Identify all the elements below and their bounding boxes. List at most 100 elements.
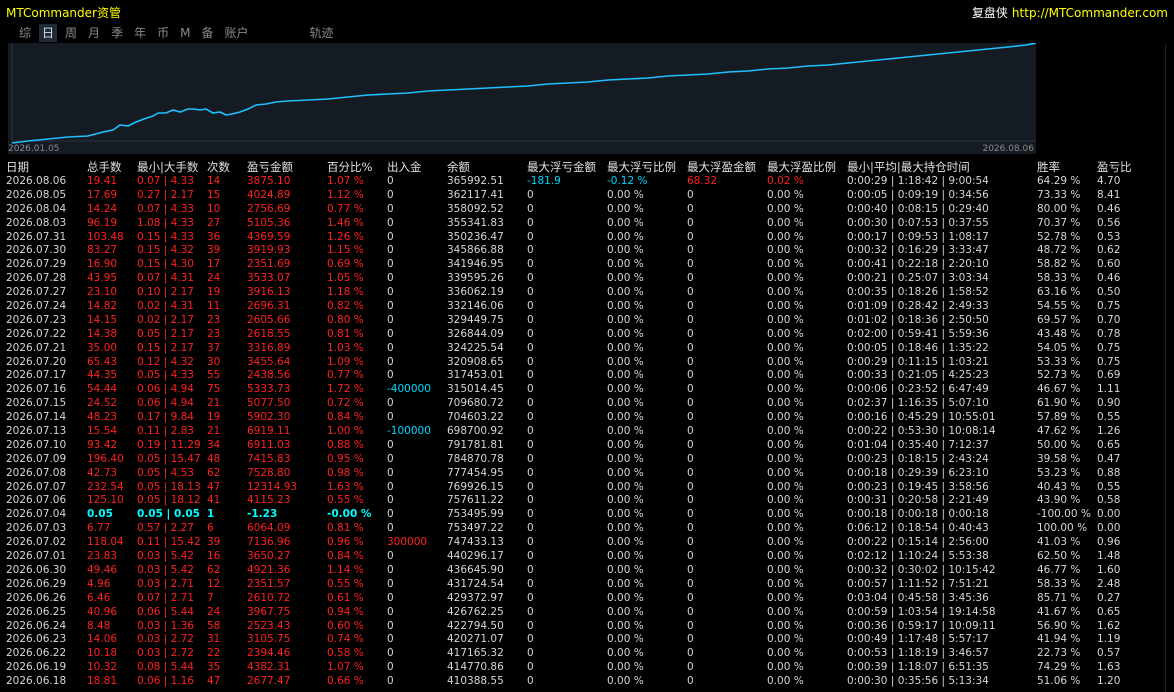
tab-weekly[interactable]: 周 [62, 24, 80, 42]
cell-holding-time: 0:01:04 | 0:35:40 | 7:12:37 [847, 438, 989, 451]
col-percent[interactable]: 百分比% [327, 159, 372, 175]
table-row[interactable]: 2026.07.23 14.15 0.02 | 2.17 23 2605.66 0.80 … [0, 314, 1160, 328]
cell-min-max-lots: 0.07 | 4.33 [137, 175, 194, 187]
cell-deposit-withdrawal: 0 [387, 605, 394, 618]
table-row[interactable]: 2026.07.03 6.77 0.57 | 2.27 6 6064.09 0.81 % 0… [0, 522, 1160, 536]
cell-min-max-lots: 0.02 | 4.31 [137, 300, 194, 313]
table-row[interactable]: 2026.07.07 232.54 0.05 | 18.13 47 12314.93 1.… [0, 481, 1160, 495]
cell-percent: 0.66 % [327, 675, 364, 688]
table-row[interactable]: 2026.06.30 49.46 0.03 | 5.42 62 4921.36 1.14 … [0, 564, 1160, 578]
table-row[interactable]: 2026.07.29 16.90 0.15 | 4.30 17 2351.69 0.69 … [0, 258, 1160, 272]
cell-win-rate: 50.00 % [1037, 438, 1081, 451]
table-row[interactable]: 2026.06.29 4.96 0.03 | 2.71 12 2351.57 0.55 %… [0, 578, 1160, 592]
col-max-floating-loss-ratio[interactable]: 最大浮亏比例 [607, 159, 676, 175]
col-balance[interactable]: 余额 [447, 159, 470, 175]
cell-min-max-lots: 0.06 | 4.94 [137, 383, 194, 396]
table-row[interactable]: 2026.07.16 54.44 0.06 | 4.94 75 5333.73 1.72 … [0, 383, 1160, 397]
cell-pnl: 2605.66 [247, 313, 291, 326]
table-row[interactable]: 2026.08.05 17.69 0.27 | 2.17 15 4024.89 1.12 … [0, 189, 1160, 203]
col-count[interactable]: 次数 [207, 159, 230, 175]
brand-link[interactable]: 复盘侠 http://MTCommander.com [972, 4, 1168, 21]
cell-balance: 422794.50 [447, 619, 504, 632]
table-row[interactable]: 2026.06.18 18.81 0.06 | 1.16 47 2677.47 0.66 … [0, 675, 1160, 689]
cell-max-floating-loss: 0 [527, 563, 534, 576]
cell-profit-loss-ratio: 2.48 [1097, 577, 1121, 590]
cell-deposit-withdrawal: 0 [387, 244, 394, 257]
col-max-floating-profit-ratio[interactable]: 最大浮盈比例 [767, 159, 836, 175]
col-profit-loss-ratio[interactable]: 盈亏比 [1097, 159, 1132, 175]
table-row[interactable]: 2026.06.26 6.46 0.07 | 2.71 7 2610.72 0.61 % 0… [0, 592, 1160, 606]
table-row[interactable]: 2026.07.22 14.38 0.05 | 2.17 23 2618.55 0.81 … [0, 328, 1160, 342]
col-max-floating-loss[interactable]: 最大浮亏金额 [527, 159, 596, 175]
table-row[interactable]: 2026.07.06 125.10 0.05 | 18.12 41 4115.23 0.5… [0, 494, 1160, 508]
cell-count: 55 [207, 369, 221, 382]
table-row[interactable]: 2026.07.30 83.27 0.15 | 4.32 39 3919.93 1.15 … [0, 244, 1160, 258]
vertical-scrollbar[interactable] [1165, 44, 1166, 692]
table-row[interactable]: 2026.07.28 43.95 0.07 | 4.31 24 3533.07 1.05 … [0, 272, 1160, 286]
tab-daily[interactable]: 日 [39, 24, 58, 42]
table-row[interactable]: 2026.08.06 19.41 0.07 | 4.33 14 3875.10 1.07 … [0, 175, 1160, 189]
col-max-floating-profit[interactable]: 最大浮盈金额 [687, 159, 756, 175]
cell-total-lots: 23.83 [87, 550, 118, 563]
table-row[interactable]: 2026.07.10 93.42 0.19 | 11.29 34 6911.03 0.88… [0, 439, 1160, 453]
tab-m[interactable]: M [177, 24, 193, 42]
brand-url[interactable]: http://MTCommander.com [1012, 6, 1168, 20]
col-holding-time[interactable]: 最小|平均|最大持仓时间 [847, 159, 970, 175]
cell-balance: 436645.90 [447, 563, 504, 576]
table-row[interactable]: 2026.06.19 10.32 0.08 | 5.44 35 4382.31 1.07 … [0, 661, 1160, 675]
col-deposit-withdrawal[interactable]: 出入金 [387, 159, 422, 175]
table-row[interactable]: 2026.07.08 42.73 0.05 | 4.53 62 7528.80 0.98 … [0, 467, 1160, 481]
cell-pnl: 3105.75 [247, 633, 291, 646]
tab-trajectory[interactable]: 轨迹 [307, 24, 337, 42]
cell-holding-time: 0:00:31 | 0:20:58 | 2:21:49 [847, 494, 989, 507]
table-row[interactable]: 2026.08.04 14.24 0.07 | 4.33 10 2756.69 0.77 … [0, 203, 1160, 217]
cell-profit-loss-ratio: 1.48 [1097, 550, 1121, 563]
cell-holding-time: 0:00:29 | 0:11:15 | 1:03:21 [847, 355, 989, 368]
table-row[interactable]: 2026.06.22 10.18 0.03 | 2.72 22 2394.46 0.58 … [0, 647, 1160, 661]
cell-min-max-lots: 0.05 | 2.17 [137, 327, 194, 340]
table-row[interactable]: 2026.06.23 14.06 0.03 | 2.72 31 3105.75 0.74 … [0, 633, 1160, 647]
cell-pnl: 4369.59 [247, 230, 291, 243]
col-pnl[interactable]: 盈亏金额 [247, 159, 293, 175]
table-row[interactable]: 2026.07.15 24.52 0.06 | 4.94 21 5077.50 0.72 … [0, 397, 1160, 411]
col-date[interactable]: 日期 [6, 159, 29, 175]
cell-deposit-withdrawal: 0 [387, 494, 394, 507]
table-row[interactable]: 2026.07.13 15.54 0.11 | 2.83 21 6919.11 1.00 … [0, 425, 1160, 439]
tab-currency[interactable]: 币 [154, 24, 172, 42]
cell-max-floating-loss: 0 [527, 188, 534, 201]
tab-quarterly[interactable]: 季 [108, 24, 126, 42]
cell-percent: 0.77 % [327, 369, 364, 382]
tab-yearly[interactable]: 年 [131, 24, 149, 42]
table-row[interactable]: 2026.07.27 23.10 0.10 | 2.17 19 3916.13 1.18 … [0, 286, 1160, 300]
cell-pnl: 5077.50 [247, 397, 291, 410]
tab-summary[interactable]: 综 [16, 24, 34, 42]
tab-account[interactable]: 账户 [221, 24, 251, 42]
cell-max-floating-profit: 0 [687, 355, 694, 368]
col-win-rate[interactable]: 胜率 [1037, 159, 1060, 175]
table-row[interactable]: 2026.07.14 48.23 0.17 | 9.84 19 5902.30 0.84 … [0, 411, 1160, 425]
cell-total-lots: 0.05 [87, 508, 113, 521]
table-row[interactable]: 2026.07.04 0.05 0.05 | 0.05 1 -1.23 -0.00 % 0 7… [0, 508, 1160, 522]
table-row[interactable]: 2026.07.24 14.82 0.02 | 4.31 11 2696.31 0.82 … [0, 300, 1160, 314]
cell-date: 2026.06.26 [6, 591, 67, 604]
table-row[interactable]: 2026.07.17 44.35 0.05 | 4.33 55 2438.56 0.77 … [0, 369, 1160, 383]
table-row[interactable]: 2026.07.21 35.00 0.15 | 2.17 37 3316.89 1.03 … [0, 342, 1160, 356]
col-total-lots[interactable]: 总手数 [87, 159, 122, 175]
table-row[interactable]: 2026.07.31 103.48 0.15 | 4.33 36 4369.59 1.26… [0, 231, 1160, 245]
cell-total-lots: 10.32 [87, 661, 118, 674]
col-min-max-lots[interactable]: 最小|大手数 [137, 159, 198, 175]
cell-percent: 1.00 % [327, 425, 364, 438]
cell-min-max-lots: 0.15 | 4.33 [137, 230, 194, 243]
table-row[interactable]: 2026.06.24 8.48 0.03 | 1.36 58 2523.43 0.60 %… [0, 620, 1160, 634]
cell-min-max-lots: 0.02 | 2.17 [137, 313, 194, 326]
table-row[interactable]: 2026.07.09 196.40 0.05 | 15.47 48 7415.83 0.9… [0, 453, 1160, 467]
table-row[interactable]: 2026.06.25 40.96 0.06 | 5.44 24 3967.75 0.94 … [0, 606, 1160, 620]
table-row[interactable]: 2026.07.01 23.83 0.03 | 5.42 16 3650.27 0.84 … [0, 550, 1160, 564]
tab-monthly[interactable]: 月 [85, 24, 103, 42]
cell-max-floating-profit-ratio: 0.00 % [767, 577, 804, 590]
table-row[interactable]: 2026.07.20 65.43 0.12 | 4.32 30 3455.64 1.09 … [0, 356, 1160, 370]
table-row[interactable]: 2026.08.03 96.19 1.08 | 4.33 27 5105.36 1.46 … [0, 217, 1160, 231]
cell-max-floating-profit: 0 [687, 244, 694, 257]
table-row[interactable]: 2026.07.02 118.04 0.11 | 15.42 39 7136.96 0.9… [0, 536, 1160, 550]
tab-notes[interactable]: 备 [198, 24, 216, 42]
